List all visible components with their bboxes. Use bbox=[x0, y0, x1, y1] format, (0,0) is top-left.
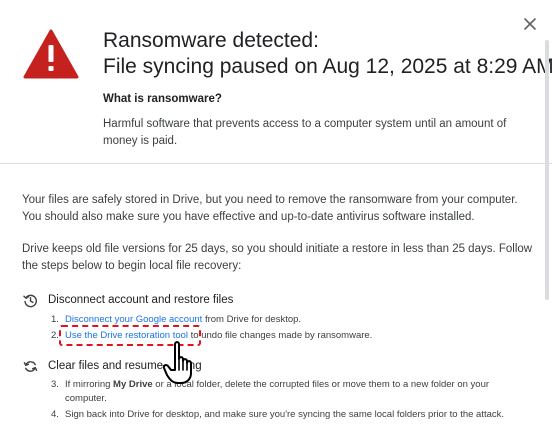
sync-icon bbox=[22, 358, 38, 374]
list-item-text: If mirroring My Drive or a local folder,… bbox=[65, 379, 490, 404]
list-number: 2. bbox=[51, 330, 59, 341]
list-item-text: Sign back into Drive for desktop, and ma… bbox=[65, 409, 505, 420]
step-disconnect-label: Disconnect account and restore files bbox=[48, 294, 234, 306]
ransomware-definition: Harmful software that prevents access to… bbox=[103, 118, 507, 147]
list-number: 1. bbox=[51, 314, 59, 325]
scrollbar[interactable] bbox=[545, 40, 549, 300]
history-icon bbox=[22, 292, 38, 308]
restore-window-paragraph: Drive keeps old file versions for 25 day… bbox=[22, 243, 533, 272]
title-line-1: Ransomware detected: bbox=[103, 29, 319, 52]
hand-pointer-cursor-icon bbox=[162, 341, 192, 384]
what-is-ransomware-heading: What is ransomware? bbox=[103, 93, 222, 105]
list-number: 3. bbox=[51, 379, 59, 390]
list-item-text: from Drive for desktop. bbox=[202, 314, 302, 325]
divider bbox=[0, 163, 552, 164]
list-number: 4. bbox=[51, 409, 59, 420]
dialog-title: Ransomware detected: File syncing paused… bbox=[103, 28, 552, 80]
safe-storage-paragraph: Your files are safely stored in Drive, b… bbox=[22, 194, 518, 223]
title-line-2: File syncing paused on Aug 12, 2025 at 8… bbox=[103, 55, 552, 78]
warning-triangle-icon bbox=[23, 29, 79, 79]
list-item-text: to undo file changes made by ransomware. bbox=[188, 330, 373, 341]
ransomware-dialog: Ransomware detected: File syncing paused… bbox=[0, 0, 552, 438]
disconnect-account-link[interactable]: Disconnect your Google account bbox=[65, 314, 202, 325]
step-disconnect-heading: Disconnect account and restore files bbox=[22, 292, 233, 308]
